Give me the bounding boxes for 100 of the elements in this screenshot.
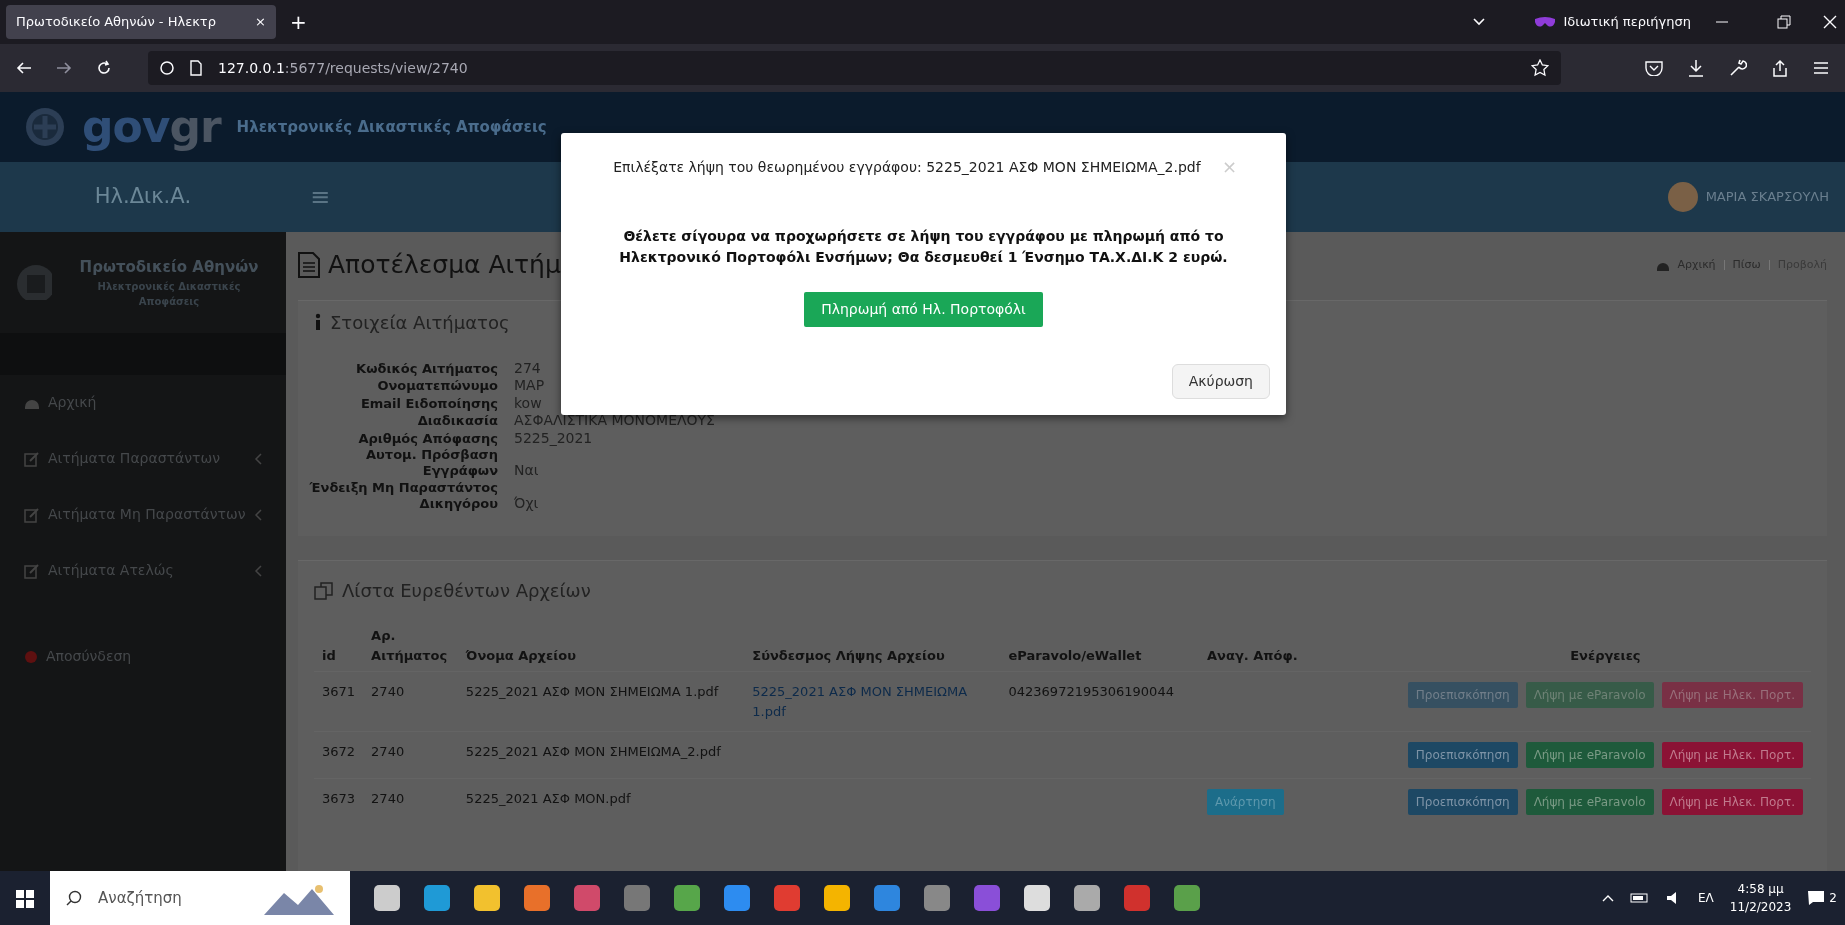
file-link[interactable]: 5225_2021 ΑΣΦ ΜΟΝ ΣΗΜΕΙΩΜΑ 1.pdf [752,682,993,721]
edit-icon [24,506,40,523]
brand-name: Ηλ.Δικ.Α. [94,183,192,211]
page-icon [190,60,202,76]
battery-icon[interactable] [1630,892,1651,904]
field-label: Ονοματεπώνυμο [376,378,498,395]
download-icon[interactable] [1687,59,1705,77]
site-title: Ηλεκτρονικές Δικαστικές Αποφάσεις [236,116,547,138]
field-label: Email Ειδοποίησης [359,395,498,412]
column-header: Αρ. Αιτήματος [363,620,458,672]
modal-message: Θέλετε σίγουρα να προχωρήσετε σε λήψη του εγγράφου με πληρωμή από το Ηλεκτρονικό Πορτοφόλι Ενσήμων; Θα δεσμευθεί 1 Ένσημο ΤΑ.Χ.ΔΙ.Κ 2 ευρώ. [618,227,1229,267]
back-icon[interactable] [16,61,32,75]
close-button[interactable]: × [1220,157,1238,177]
copy-icon [314,580,334,601]
menu-toggle[interactable]: ≡ [286,179,355,215]
taskbar-app-icon[interactable] [624,885,650,911]
taskbar-app-icon[interactable] [974,885,1000,911]
taskbar-app-icon[interactable] [574,885,600,911]
taskbar-app-icon[interactable] [474,885,500,911]
field-value: Ναι [514,462,539,480]
column-header: Ενέργειες [1399,620,1811,672]
column-header: eParavolo/eWallet [1000,620,1200,672]
taskbar-app-icon[interactable] [1024,885,1050,911]
chat-icon [1807,890,1826,906]
reload-icon[interactable] [96,60,112,76]
menu-icon[interactable] [1813,61,1829,75]
table-cell: 2740 [363,731,458,779]
taskbar-app-icon[interactable] [724,885,750,911]
modal-title: Επιλέξατε λήψη του θεωρημένου εγγράφου: 5225_2021 ΑΣΦ ΜΟΝ ΣΗΜΕΙΩΜΑ_2.pdf [612,158,1202,177]
taskbar-app-icon[interactable] [1174,885,1200,911]
avatar-icon [1667,182,1698,212]
share-icon[interactable] [1771,59,1789,77]
edit-icon [24,562,40,579]
column-header: id [314,620,364,672]
logo: govgr [82,105,221,149]
windows-icon[interactable] [16,889,34,908]
chevron-up-icon[interactable] [1602,894,1615,902]
field-value: ΜΑΡ [514,377,545,395]
table-cell: 3672 [314,731,364,779]
field-label: Ένδειξη Μη Παραστάντος Δικηγόρου [308,479,498,512]
action-button[interactable]: Προεπισκόπηση [1407,789,1518,815]
column-header: Όνομα Αρχείου [457,620,745,672]
action-button[interactable]: Προεπισκόπηση [1407,742,1518,768]
user-name[interactable]: ΜΑΡΙΑ ΣΚΑΡΣΟΥΛΗ [1705,187,1829,207]
field-value: 274 [514,359,541,377]
column-header: Αναγ. Απόφ. [1199,620,1400,672]
action-button[interactable]: Λήψη με Ηλεκ. Πορτ. [1661,789,1803,815]
table-cell: 5225_2021 ΑΣΦ ΜΟΝ ΣΗΜΕΙΩΜΑ 1.pdf [457,671,745,732]
action-button[interactable]: Λήψη με Ηλεκ. Πορτ. [1661,742,1803,768]
column-header: Σύνδεσμος Λήψης Αρχείου [744,620,1001,672]
document-icon [298,251,320,278]
taskbar-app-icon[interactable] [524,885,550,911]
action-button[interactable]: Λήψη με eParavolo [1525,789,1654,815]
taskbar-app-icon[interactable] [674,885,700,911]
table-cell: 3671 [314,671,364,732]
edit-icon [24,450,40,467]
field-label: Διαδικασία [416,413,498,430]
close-icon[interactable] [1823,15,1837,29]
notification-button[interactable]: 2 [1807,889,1837,907]
court-emblem-icon [16,264,52,301]
clock[interactable]: 4:58 μμ 11/2/2023 [1729,880,1792,916]
table-cell: 04236972195306190044 [1000,671,1200,732]
private-browsing-label: Ιδιωτική περιήγηση [1563,13,1691,32]
taskbar-app-icon[interactable] [424,885,450,911]
forward-icon[interactable] [56,61,72,75]
field-value: 5225_2021 [514,429,593,447]
url-text: 127.0.0.1:5677/requests/view/2740 [218,58,468,78]
language-indicator[interactable]: ΕΛ [1698,889,1714,907]
star-icon[interactable] [1531,59,1549,77]
restore-icon[interactable] [1777,15,1791,29]
table-cell: 5225_2021 ΑΣΦ ΜΟΝ.pdf [457,778,745,825]
field-value: kow [514,394,542,412]
taskbar-app-icon[interactable] [1124,885,1150,911]
search-field[interactable]: Αναζήτηση [50,871,350,925]
taskbar-app-icon[interactable] [1074,885,1100,911]
taskbar-app-icon[interactable] [924,885,950,911]
wrench-icon[interactable] [1729,59,1747,77]
section-title: Λίστα Ευρεθέντων Αρχείων [342,579,591,603]
table-cell: 2740 [363,671,458,732]
section-title: Στοιχεία Αιτήματος [330,310,510,335]
field-label: Κωδικός Αιτήματος [355,360,498,377]
taskbar-app-icon[interactable] [874,885,900,911]
address-field[interactable]: 127.0.0.1:5677/requests/view/2740 [148,51,1561,85]
table-cell: 5225_2021 ΑΣΦ ΜΟΝ ΣΗΜΕΙΩΜΑ_2.pdf [457,731,745,779]
taskbar-app-icon[interactable] [774,885,800,911]
info-icon [314,313,322,331]
pocket-icon[interactable] [1645,60,1663,76]
new-tab-button[interactable]: + [282,7,315,37]
taskbar-app-icon[interactable] [374,885,400,911]
field-label: Αριθμός Απόφασης [357,430,498,447]
browser-tab[interactable]: Πρωτοδικείο Αθηνών - Ηλεκτρ × [6,5,276,39]
dropdown-icon[interactable] [1471,17,1486,27]
taskbar-app-icon[interactable] [824,885,850,911]
court-name: Πρωτοδικείο Αθηνών [78,257,260,278]
action-button[interactable]: Λήψη με eParavolo [1525,742,1654,768]
pay-button[interactable]: Πληρωμή από Ηλ. Πορτοφόλι [804,292,1043,327]
decision-button[interactable]: Ανάρτηση [1207,789,1284,815]
cancel-button[interactable]: Ακύρωση [1171,364,1270,399]
search-icon [66,890,82,906]
field-value: Όχι [514,494,539,512]
